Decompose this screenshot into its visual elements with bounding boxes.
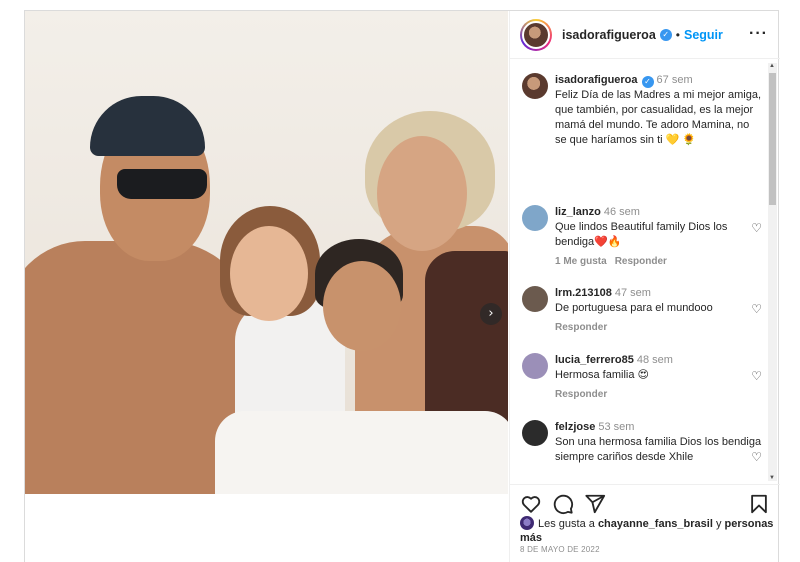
avatar[interactable] xyxy=(522,353,548,379)
comments-list: isadorafigueroa ✓ 67 sem Feliz Día de las … xyxy=(510,60,780,484)
photo-bottom-space xyxy=(25,494,508,562)
likes-user[interactable]: chayanne_fans_brasil xyxy=(598,518,713,530)
heart-icon[interactable]: ♡ xyxy=(751,302,762,316)
chevron-right-icon[interactable]: › xyxy=(480,303,502,325)
avatar[interactable] xyxy=(522,286,548,312)
comment-icon[interactable] xyxy=(552,493,574,515)
list-item: lrm.213108 47 sem De portuguesa para el m… xyxy=(522,286,762,333)
reply-button[interactable]: Responder xyxy=(615,256,667,267)
avatar[interactable] xyxy=(522,73,548,99)
post-card: › isadorafigueroa ✓ • Seguir ··· isadora… xyxy=(24,10,780,562)
avatar[interactable] xyxy=(520,18,552,51)
photo-girl-face xyxy=(230,226,308,321)
heart-icon[interactable]: ♡ xyxy=(751,221,762,235)
comment-username[interactable]: lrm.213108 xyxy=(555,287,612,299)
photo-sunglasses xyxy=(117,169,207,199)
separator-dot: • xyxy=(675,27,680,42)
likes-connector: y xyxy=(715,518,722,530)
action-bar xyxy=(510,484,780,516)
list-item: liz_lanzo 46 sem Que lindos Beautiful fam… xyxy=(522,205,762,267)
verified-badge-icon: ✓ xyxy=(641,76,654,88)
header-username[interactable]: isadorafigueroa xyxy=(562,28,656,42)
comment-time[interactable]: 53 sem xyxy=(598,421,634,433)
reply-button[interactable]: Responder xyxy=(555,389,607,400)
likes-prefix: Les gusta a xyxy=(538,518,595,530)
comment-meta: 1 Me gusta Responder xyxy=(555,256,762,267)
comment-username[interactable]: lucia_ferrero85 xyxy=(555,354,634,366)
comment-text: Que lindos Beautiful family Dios los ben… xyxy=(555,221,728,248)
comment-text: Son una hermosa familia Dios los bendiga… xyxy=(555,436,762,463)
caption-username[interactable]: isadorafigueroa xyxy=(555,74,638,86)
bookmark-icon[interactable] xyxy=(748,493,770,515)
heart-icon[interactable]: ♡ xyxy=(751,450,762,464)
scroll-down-icon[interactable]: ▼ xyxy=(769,475,775,481)
follow-button[interactable]: Seguir xyxy=(684,28,723,42)
more-options-icon[interactable]: ··· xyxy=(749,25,768,43)
list-item: felzjose 53 sem Son una hermosa familia D… xyxy=(522,420,762,465)
share-icon[interactable] xyxy=(584,493,606,515)
photo-cap xyxy=(90,96,205,156)
caption-time[interactable]: 67 sem xyxy=(657,74,693,86)
avatar[interactable] xyxy=(522,205,548,231)
comment-time[interactable]: 48 sem xyxy=(637,354,673,366)
likes-summary: Les gusta a chayanne_fans_brasil y perso… xyxy=(520,516,775,545)
reply-button[interactable]: Responder xyxy=(555,322,607,333)
photo-woman-face xyxy=(377,136,467,251)
comment-meta: Responder xyxy=(555,389,762,400)
verified-badge-icon: ✓ xyxy=(659,28,672,41)
photo-boy xyxy=(323,261,401,351)
post-header: isadorafigueroa ✓ • Seguir ··· xyxy=(510,11,780,59)
heart-icon[interactable] xyxy=(520,493,542,515)
comment-meta: Responder xyxy=(555,322,762,333)
comment-text: Hermosa familia 😍 xyxy=(555,369,649,381)
scroll-up-icon[interactable]: ▲ xyxy=(769,63,775,69)
comment-username[interactable]: liz_lanzo xyxy=(555,206,601,218)
comment-time[interactable]: 47 sem xyxy=(615,287,651,299)
list-item: lucia_ferrero85 48 sem Hermosa familia 😍 … xyxy=(522,353,762,400)
comment-text: De portuguesa para el mundooo xyxy=(555,302,713,314)
comment-time[interactable]: 46 sem xyxy=(604,206,640,218)
post-photo[interactable]: › xyxy=(25,11,508,494)
comment-likes[interactable]: 1 Me gusta xyxy=(555,256,607,267)
photo-boat-seat xyxy=(215,411,508,494)
scroll-thumb[interactable] xyxy=(769,73,776,205)
avatar xyxy=(520,516,534,530)
comments-scrollbar[interactable]: ▲ ▼ xyxy=(768,63,777,481)
post-side-panel: isadorafigueroa ✓ • Seguir ··· isadorafi… xyxy=(509,11,780,562)
post-date[interactable]: 8 DE MAYO DE 2022 xyxy=(520,545,600,554)
caption: isadorafigueroa ✓ 67 sem Feliz Día de las … xyxy=(522,73,762,148)
heart-icon[interactable]: ♡ xyxy=(751,369,762,383)
avatar[interactable] xyxy=(522,420,548,446)
caption-text: Feliz Día de las Madres a mi mejor amiga… xyxy=(555,89,762,146)
comment-username[interactable]: felzjose xyxy=(555,421,595,433)
avatar-image xyxy=(522,20,550,49)
